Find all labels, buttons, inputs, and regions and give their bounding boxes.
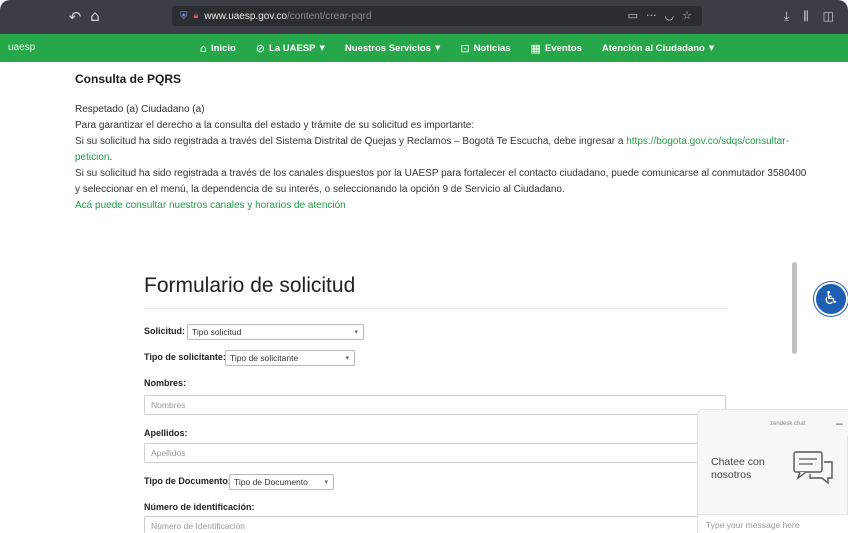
news-icon: ⊡ — [460, 41, 470, 55]
sdqs-text-cont: peticion. — [75, 150, 815, 166]
solicitud-value: Tipo solicitud — [192, 327, 242, 337]
uaesp-channels-text-cont: y seleccionar en el menú, la dependencia… — [75, 184, 565, 195]
apellidos-input[interactable]: Apellidos — [144, 443, 726, 463]
scrollbar-thumb[interactable] — [792, 262, 797, 354]
chevron-down-icon: ▼ — [319, 44, 325, 52]
more-icon[interactable]: ··· — [646, 9, 657, 22]
check-circle-icon: ⊘ — [255, 41, 266, 55]
chat-message-input[interactable]: Type your message here — [698, 514, 848, 533]
solicitante-select[interactable]: Tipo de solicitante ▾ — [225, 350, 355, 366]
chat-bubbles-icon — [793, 451, 833, 485]
nav-item-label: Inicio — [210, 42, 236, 54]
library-icon[interactable]: ⫼ — [803, 9, 809, 24]
nav-item-inicio[interactable]: ⌂ Inicio — [200, 42, 236, 55]
form-title: Formulario de solicitud — [144, 274, 356, 297]
documento-label: Tipo de Documento: — [144, 476, 231, 486]
chevron-down-icon: ▾ — [354, 328, 358, 336]
uaesp-channels-text: Si su solicitud ha sido registrada a tra… — [75, 168, 807, 179]
sdqs-link[interactable]: https://bogota.gov.co/sdqs/consultar- — [626, 136, 789, 147]
documento-select[interactable]: Tipo de Documento ▾ — [229, 474, 334, 490]
site-navbar: uaesp ⌂ Inicio ⊘ La UAESP ▼ Nuestros Ser… — [0, 34, 848, 62]
solicitante-value: Tipo de solicitante — [230, 353, 299, 363]
solicitante-label: Tipo de solicitante: — [144, 352, 226, 362]
nav-item-atencion[interactable]: Atención al Ciudadano ▼ — [602, 43, 714, 54]
star-icon[interactable]: ☆ — [682, 9, 692, 22]
nav-item-noticias[interactable]: ⊡ Noticias — [460, 42, 510, 55]
nav-item-nuestros-servicios[interactable]: Nuestros Servicios ▼ — [345, 43, 440, 54]
url-domain: www.uaesp.gov.co — [204, 10, 287, 22]
documento-value: Tipo de Documento — [234, 477, 308, 487]
minimize-button[interactable]: – — [836, 416, 843, 430]
sdqs-link-cont[interactable]: peticion — [75, 152, 109, 163]
browser-toolbar: ↶ ⌂ ⛨ 🔒︎ www.uaesp.gov.co /content/crear… — [0, 0, 848, 34]
reader-icon[interactable]: ▭ — [628, 9, 638, 22]
pocket-icon[interactable]: ◡ — [665, 9, 675, 22]
chevron-down-icon: ▾ — [345, 354, 349, 362]
nav-item-label: Noticias — [473, 42, 511, 54]
chevron-down-icon: ▼ — [434, 44, 441, 52]
url-path: /content/crear-pqrd — [286, 10, 372, 22]
nombres-input[interactable]: Nombres — [144, 395, 726, 415]
chat-header: zendesk chat – — [698, 410, 848, 436]
chat-invite-text: Chatee con nosotros — [711, 456, 765, 481]
chevron-down-icon: ▾ — [324, 478, 328, 486]
url-bar[interactable]: ⛨ 🔒︎ www.uaesp.gov.co /content/crear-pqr… — [172, 6, 702, 26]
identificacion-input[interactable]: Número de Identificación — [144, 516, 726, 533]
pqrs-info-section: Consulta de PQRS Respetado (a) Ciudadano… — [75, 72, 815, 214]
divider — [144, 308, 728, 309]
shield-icon[interactable]: ⛨ — [180, 11, 188, 22]
request-form: Formulario de solicitud Solicitud: Tipo … — [112, 258, 752, 533]
nav-item-label: Atención al Ciudadano — [601, 42, 705, 54]
chevron-down-icon: ▼ — [708, 44, 715, 52]
nav-item-la-uaesp[interactable]: ⊘ La UAESP ▼ — [256, 42, 325, 55]
download-icon[interactable]: ⤓ — [784, 9, 789, 24]
chat-brand: zendesk chat — [770, 421, 806, 427]
identificacion-label: Número de identificación: — [144, 502, 255, 512]
calendar-icon: ▦ — [530, 41, 541, 55]
wheelchair-icon[interactable]: ♿︎ — [814, 282, 848, 316]
channels-link[interactable]: Acá puede consultar nuestros canales y h… — [75, 198, 815, 214]
nav-item-label: La UAESP — [269, 42, 316, 54]
sidebar-icon[interactable]: ◫ — [823, 9, 834, 24]
sdqs-description: Si su solicitud ha sido registrada a tra… — [75, 136, 624, 147]
intro-text: Para garantizar el derecho a la consulta… — [75, 120, 475, 131]
nav-item-label: Eventos — [544, 42, 582, 54]
back-arrow-icon[interactable]: ↶ — [64, 8, 86, 26]
nombres-label: Nombres: — [144, 378, 187, 388]
nav-item-label: Nuestros Servicios — [344, 42, 431, 54]
chat-widget[interactable]: zendesk chat – Chatee con nosotros Type … — [697, 409, 848, 533]
nav-item-eventos[interactable]: ▦ Eventos — [531, 42, 582, 55]
home-icon[interactable]: ⌂ — [84, 7, 106, 25]
page-title: Consulta de PQRS — [75, 72, 182, 86]
sdqs-period: . — [109, 152, 113, 163]
solicitud-label: Solicitud: — [144, 326, 185, 336]
site-logo[interactable]: uaesp — [8, 42, 35, 53]
greeting-text: Respetado (a) Ciudadano (a) — [75, 104, 205, 115]
apellidos-label: Apellidos: — [144, 428, 188, 438]
solicitud-select[interactable]: Tipo solicitud ▾ — [187, 324, 364, 340]
lock-icon[interactable]: 🔒︎ — [194, 11, 199, 21]
sdqs-text: Si su solicitud ha sido registrada a tra… — [75, 134, 815, 150]
home-icon: ⌂ — [200, 41, 207, 55]
